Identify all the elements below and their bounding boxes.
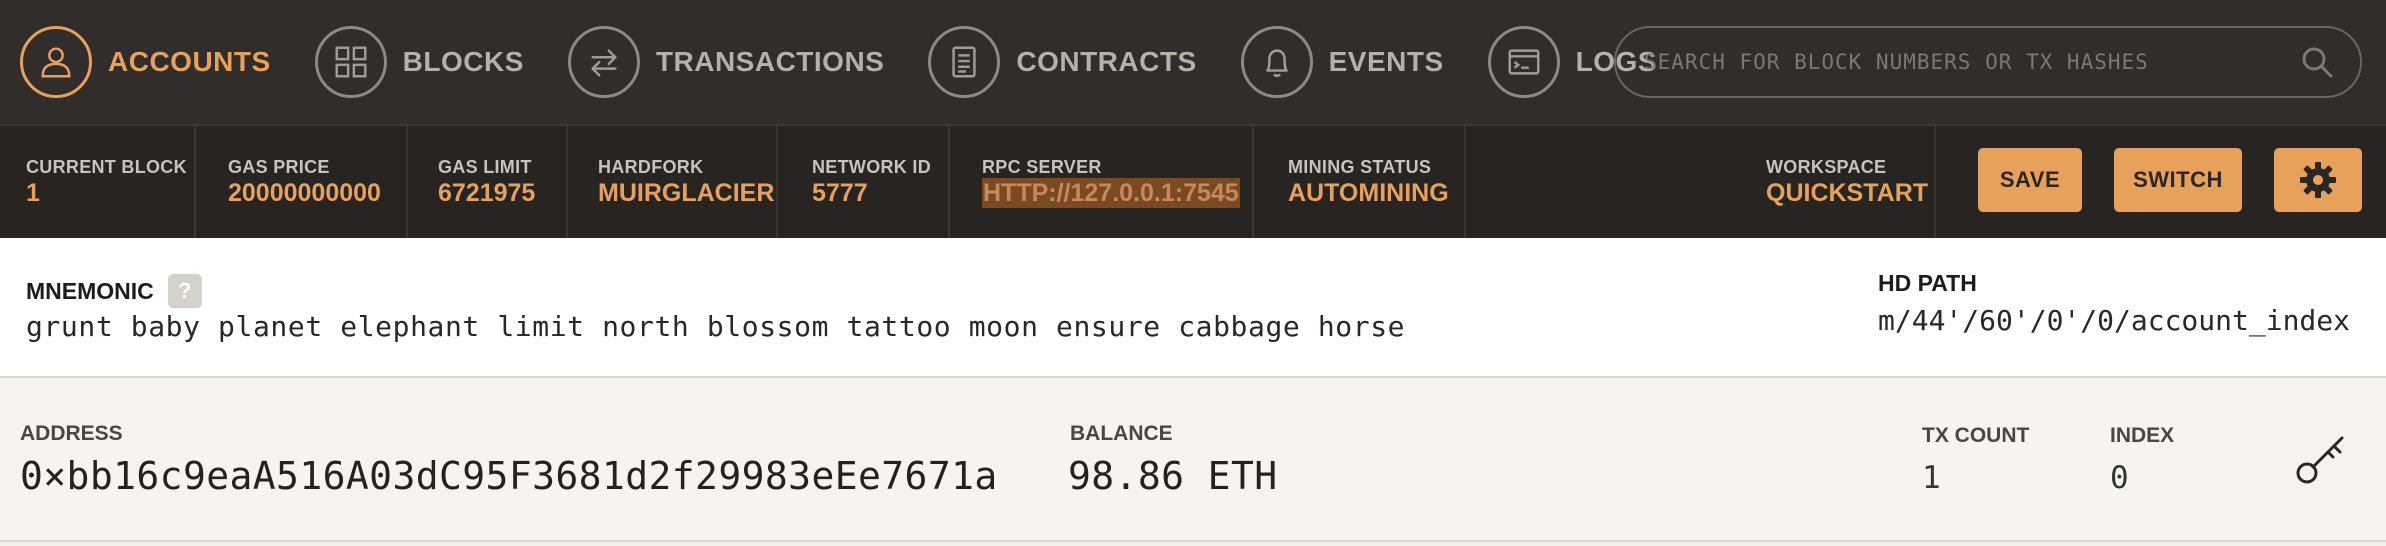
document-icon [928, 26, 1001, 98]
help-icon[interactable]: ? [167, 274, 202, 308]
hardfork-value: MUIRGLACIER [598, 179, 775, 207]
account-row[interactable]: ADDRESS 0×bb16c9eaA516A03dC95F3681d2f299… [0, 378, 2386, 542]
nav-transactions-label: TRANSACTIONS [655, 46, 885, 77]
nav-transactions[interactable]: TRANSACTIONS [567, 0, 885, 124]
current-block-value: 1 [26, 179, 40, 207]
stat-gas-price: GAS PRICE 20000000000 [202, 126, 408, 238]
index-label: INDEX [2110, 424, 2175, 447]
rpc-server-label: RPC SERVER [982, 157, 1102, 177]
save-button[interactable]: SAVE [1978, 148, 2082, 212]
terminal-icon [1487, 26, 1560, 98]
balance-value: 98.86 ETH [1068, 454, 1278, 498]
nav-accounts[interactable]: ACCOUNTS [20, 0, 271, 124]
current-block-label: CURRENT BLOCK [26, 157, 187, 177]
status-bar: CURRENT BLOCK 1 GAS PRICE 20000000000 GA… [0, 124, 2386, 238]
index-value: 0 [2110, 460, 2129, 496]
gas-limit-value: 6721975 [438, 179, 536, 207]
network-id-value: 5777 [812, 179, 868, 207]
top-nav: ACCOUNTS BLOCKS TRANSACTIONS CONTRACTS E… [0, 0, 2386, 124]
search-icon[interactable] [2300, 45, 2334, 79]
stat-workspace: WORKSPACE QUICKSTART [1740, 126, 1936, 238]
stat-mining-status: MINING STATUS AUTOMINING [1262, 126, 1466, 238]
nav-contracts-label: CONTRACTS [1016, 46, 1197, 77]
stat-network-id: NETWORK ID 5777 [786, 126, 950, 238]
settings-button[interactable] [2274, 148, 2362, 212]
key-icon[interactable] [2294, 430, 2350, 486]
gas-price-value: 20000000000 [228, 179, 381, 207]
address-value: 0×bb16c9eaA516A03dC95F3681d2f29983eEe767… [20, 454, 998, 498]
grid-icon [314, 26, 387, 98]
bell-icon [1240, 26, 1313, 98]
nav-events-label: EVENTS [1328, 46, 1444, 77]
stat-gas-limit: GAS LIMIT 6721975 [412, 126, 568, 238]
address-label: ADDRESS [20, 422, 123, 445]
workspace-label: WORKSPACE [1766, 157, 1887, 177]
tx-count-label: TX COUNT [1922, 424, 2030, 447]
search-input[interactable] [1642, 49, 2300, 75]
user-icon [20, 26, 92, 98]
mining-status-label: MINING STATUS [1288, 157, 1432, 177]
gas-price-label: GAS PRICE [228, 157, 330, 177]
gas-limit-label: GAS LIMIT [438, 157, 532, 177]
stat-current-block: CURRENT BLOCK 1 [0, 126, 196, 238]
workspace-value: QUICKSTART [1766, 179, 1929, 207]
mining-status-value: AUTOMINING [1288, 179, 1449, 207]
balance-label: BALANCE [1070, 422, 1173, 445]
hd-path-value: m/44'/60'/0'/0/account_index [1878, 304, 2351, 337]
nav-accounts-label: ACCOUNTS [108, 46, 271, 77]
stat-rpc-server: RPC SERVER HTTP://127.0.0.1:7545 [956, 126, 1254, 238]
mnemonic-words: grunt baby planet elephant limit north b… [26, 310, 1406, 343]
network-id-label: NETWORK ID [812, 157, 931, 177]
mnemonic-heading: MNEMONIC ? [26, 274, 202, 308]
mnemonic-panel: MNEMONIC ? grunt baby planet elephant li… [0, 238, 2386, 378]
rpc-server-value[interactable]: HTTP://127.0.0.1:7545 [982, 178, 1240, 208]
stat-hardfork: HARDFORK MUIRGLACIER [572, 126, 778, 238]
tx-count-value: 1 [1922, 460, 1941, 496]
arrows-swap-icon [567, 26, 640, 98]
hd-path-label: HD PATH [1878, 270, 1977, 296]
nav-contracts[interactable]: CONTRACTS [928, 0, 1196, 124]
gear-icon [2300, 162, 2336, 198]
switch-button[interactable]: SWITCH [2114, 148, 2242, 212]
mnemonic-label: MNEMONIC [26, 277, 154, 304]
hardfork-label: HARDFORK [598, 157, 704, 177]
search-bar [1614, 26, 2362, 98]
nav-blocks[interactable]: BLOCKS [314, 0, 524, 124]
nav-blocks-label: BLOCKS [402, 46, 524, 77]
nav-events[interactable]: EVENTS [1240, 0, 1444, 124]
